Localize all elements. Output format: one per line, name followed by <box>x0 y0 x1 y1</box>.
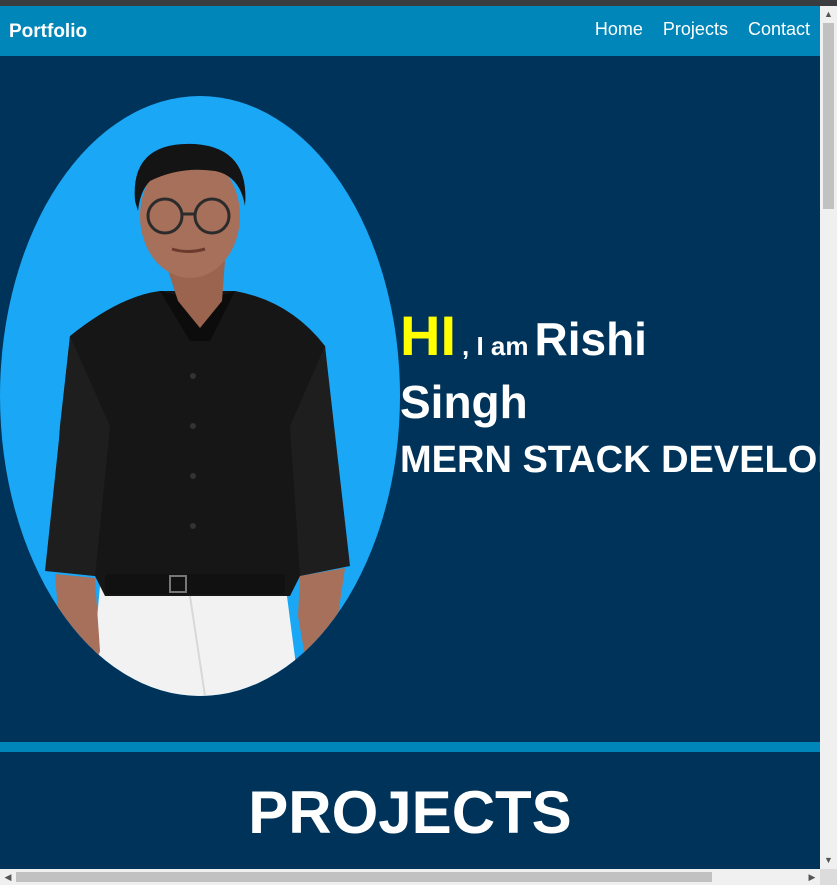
horizontal-scrollbar[interactable]: ◀ ▶ <box>0 869 820 885</box>
vertical-scrollbar[interactable]: ▲ ▼ <box>820 6 837 869</box>
projects-heading: PROJECTS <box>248 779 572 846</box>
intro-text: , I am <box>462 331 529 361</box>
greeting-text: HI <box>400 304 456 367</box>
nav-link-contact[interactable]: Contact <box>748 18 810 40</box>
last-name: Singh <box>400 376 528 428</box>
navbar: Portfolio Home Projects Contact <box>0 6 820 56</box>
nav-link-projects[interactable]: Projects <box>663 18 728 40</box>
hero-intro: HI, I amRishi Singh MERN STACK DEVELOPER <box>400 301 820 483</box>
first-name: Rishi <box>534 313 647 365</box>
triangle-down-icon[interactable]: ▼ <box>820 852 837 869</box>
profile-photo <box>0 96 400 696</box>
triangle-up-icon[interactable]: ▲ <box>820 6 837 23</box>
hero-line-greeting: HI, I am Rishi <box>400 301 820 371</box>
section-divider <box>0 742 820 752</box>
projects-section: PROJECTS <box>0 752 820 869</box>
browser-window: Portfolio Home Projects Contact HI , I a… <box>0 0 837 885</box>
brand-logo[interactable]: Portfolio <box>9 21 87 43</box>
vertical-scroll-thumb[interactable] <box>823 23 834 209</box>
triangle-right-icon[interactable]: ▶ <box>804 869 820 885</box>
triangle-left-icon[interactable]: ◀ <box>0 869 16 885</box>
scrollbar-corner <box>820 869 837 885</box>
nav-link-home[interactable]: Home <box>595 18 643 40</box>
hero-section: HI, I amRishi Singh MERN STACK DEVELOPER <box>0 56 820 742</box>
role-title: MERN STACK DEVELOPER <box>400 439 820 481</box>
nav-links: Home Projects Contact <box>595 18 810 40</box>
page-viewport: Portfolio Home Projects Contact HI , I a… <box>0 6 820 869</box>
person-illustration <box>45 143 350 696</box>
horizontal-scroll-thumb[interactable] <box>16 872 712 882</box>
